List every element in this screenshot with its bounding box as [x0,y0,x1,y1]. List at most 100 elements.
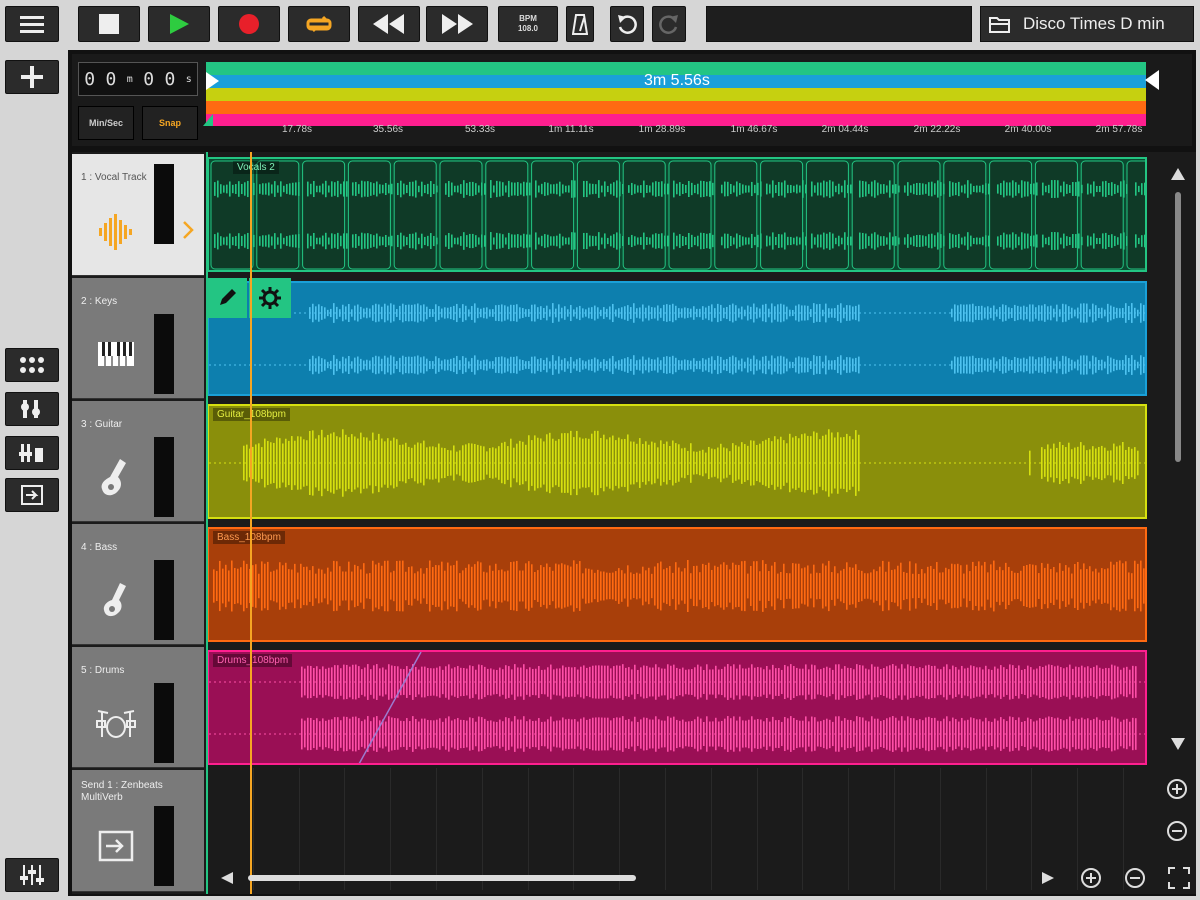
level-meter [154,164,174,244]
fit-to-screen-icon[interactable] [1168,867,1190,889]
gear-icon [259,287,281,309]
overview-strip-bass [206,101,1146,114]
scroll-down-icon[interactable] [1171,738,1185,750]
track-header-guitar[interactable]: 3 : Guitar [72,401,204,522]
ruler-mark: 35.56s [372,124,404,135]
loop-end-marker[interactable] [1144,70,1160,90]
menu-button[interactable] [5,6,59,42]
loop-start-marker[interactable] [206,72,220,90]
grid-line [939,768,941,890]
loop-icon [306,15,332,33]
ruler-mark: 2m 04.44s [821,124,869,135]
grid-line [756,768,758,890]
plus-icon [21,66,43,88]
grid-line [985,768,987,890]
send-icon [21,485,43,505]
scroll-left-icon[interactable] [221,872,233,884]
zoom-out-vertical-icon[interactable] [1166,820,1188,842]
track-header-drums[interactable]: 5 : Drums [72,647,204,768]
grid-line [848,768,850,890]
tools-icon [21,400,40,418]
track-header-bass[interactable]: 4 : Bass [72,524,204,645]
pencil-icon [220,289,236,305]
grid-line [573,768,575,890]
redo-button[interactable] [652,6,686,42]
track-name: 4 : Bass [81,542,118,553]
grid-line [802,768,804,890]
stop-icon [99,14,119,34]
ruler-mark: 17.78s [281,124,313,135]
grid-line [710,768,712,890]
horizontal-scrollbar[interactable] [248,875,636,881]
zoom-in-vertical-icon[interactable] [1166,778,1188,800]
fast-forward-button[interactable] [426,6,488,42]
send-icon [98,830,134,862]
track-name: 3 : Guitar [81,419,123,430]
clip-label: Drums_108bpm [213,654,293,667]
stop-button[interactable] [78,6,140,42]
waveform [213,560,1145,612]
project-button[interactable]: Disco Times D min [980,6,1194,42]
min-sec-button[interactable]: Min/Sec [78,106,134,140]
guitar-icon [101,459,126,496]
add-track-button[interactable] [5,60,59,94]
clip-bass[interactable]: Bass_108bpm [207,527,1147,642]
clip-keys[interactable] [207,281,1147,396]
playhead[interactable] [250,152,252,894]
bpm-button[interactable]: BPM 108.0 [498,6,558,42]
counter-unit: s [185,73,192,85]
play-button[interactable] [148,6,210,42]
ruler-mark: 2m 40.00s [1004,124,1052,135]
level-meter [154,314,174,394]
scroll-up-icon[interactable] [1171,168,1185,180]
status-display [706,6,972,42]
undo-button[interactable] [610,6,644,42]
track-name: 1 : Vocal Track [81,172,147,183]
hamburger-icon [20,16,44,33]
snap-button[interactable]: Snap [142,106,198,140]
fx-icon [19,444,43,462]
zoom-out-horizontal-icon[interactable] [1124,867,1146,889]
instrument-button[interactable] [5,392,59,426]
metronome-button[interactable] [566,6,594,42]
grid-line [619,768,621,890]
record-button[interactable] [218,6,280,42]
edit-clip-button[interactable] [207,278,247,318]
zoom-in-horizontal-icon[interactable] [1080,867,1102,889]
clip-settings-button[interactable] [249,278,291,318]
grid-line [344,768,346,890]
redo-icon [659,15,678,34]
send-button[interactable] [5,478,59,512]
loop-button[interactable] [288,6,350,42]
playhead-marker[interactable] [203,114,213,126]
pads-icon [20,357,44,373]
scroll-right-icon[interactable] [1042,872,1054,884]
track-header-keys[interactable]: 2 : Keys [72,278,204,399]
level-meter [154,437,174,517]
grid-line [894,768,895,890]
grid-line [527,768,529,890]
grid-line [298,768,300,890]
level-meter [154,560,174,640]
track-header-vocal[interactable]: 1 : Vocal Track [72,154,204,276]
chevron-right-icon[interactable] [182,220,194,240]
bass-icon [103,583,126,617]
ruler-mark: 1m 11.11s [548,124,594,135]
clip-drums[interactable]: Drums_108bpm [207,650,1147,765]
clip-vocals[interactable]: Vocals 2 [207,157,1147,272]
metronome-icon [572,14,588,35]
level-meter [154,683,174,763]
vertical-scrollbar[interactable] [1175,192,1181,462]
send-header[interactable]: Send 1 : Zenbeats MultiVerb [72,770,204,892]
mixer-fx-button[interactable] [5,436,59,470]
mixer-button[interactable] [5,858,59,892]
rewind-button[interactable] [358,6,420,42]
clip-guitar[interactable]: Guitar_108bpm [207,404,1147,519]
ruler-mark: 2m 22.22s [913,124,961,135]
clip-label: Vocals 2 [233,161,279,174]
drums-icon [96,710,136,738]
piano-icon [98,342,134,366]
grid-line [1077,768,1079,890]
pads-button[interactable] [5,348,59,382]
undo-icon [618,15,637,34]
